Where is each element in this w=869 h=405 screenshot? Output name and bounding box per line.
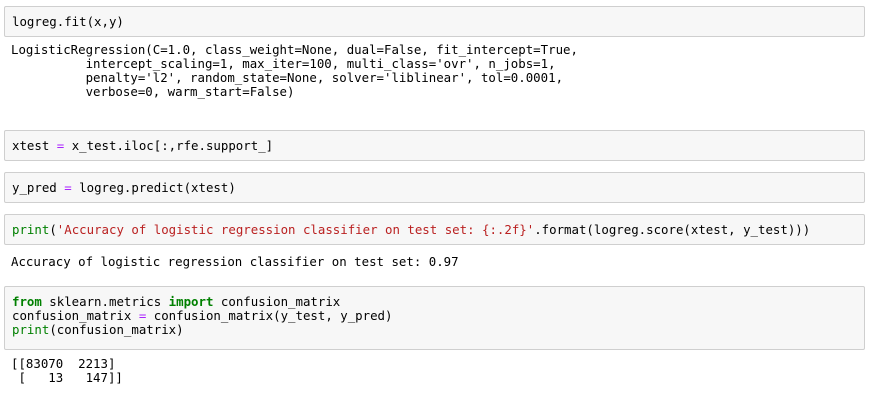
- code-token: import: [168, 294, 214, 309]
- notebook: logreg.fit(x,y) LogisticRegression(C=1.0…: [0, 0, 869, 405]
- output-line: verbose=0, warm_start=False): [11, 84, 295, 99]
- input-cell-xtest[interactable]: xtest = x_test.iloc[:,rfe.support_]: [4, 130, 865, 161]
- code-line: print(confusion_matrix): [12, 323, 864, 337]
- code-token: 'Accuracy of logistic regression classif…: [56, 222, 535, 237]
- output-line: Accuracy of logistic regression classifi…: [11, 254, 459, 269]
- input-cell-accuracy[interactable]: print('Accuracy of logistic regression c…: [4, 214, 865, 245]
- code-token: confusion_matrix(y_test, y_pred): [146, 308, 393, 323]
- code-token: xtest: [12, 138, 57, 153]
- code-token: from: [12, 294, 42, 309]
- output-line: penalty='l2', random_state=None, solver=…: [11, 70, 564, 85]
- code-line: confusion_matrix = confusion_matrix(y_te…: [12, 309, 864, 323]
- code-token: .format(logreg.score(xtest, y_test))): [534, 222, 811, 237]
- code-line: from sklearn.metrics import confusion_ma…: [12, 295, 864, 309]
- output-area-confusion: [[83070 2213] [ 13 147]]: [11, 357, 861, 385]
- code-token: (: [49, 222, 57, 237]
- code-token: logreg.fit(x,y): [12, 14, 124, 29]
- code-line: logreg.fit(x,y): [12, 15, 864, 29]
- code-token: logreg.predict(xtest): [71, 180, 236, 195]
- output-line: [ 13 147]]: [11, 370, 123, 385]
- output-area-fit: LogisticRegression(C=1.0, class_weight=N…: [11, 43, 861, 99]
- output-line: [[83070 2213]: [11, 356, 116, 371]
- code-token: print: [12, 222, 50, 237]
- input-cell-confusion[interactable]: from sklearn.metrics import confusion_ma…: [4, 286, 865, 350]
- code-line: print('Accuracy of logistic regression c…: [12, 223, 864, 237]
- output-line: LogisticRegression(C=1.0, class_weight=N…: [11, 42, 578, 57]
- code-token: confusion_matrix: [12, 308, 139, 323]
- code-token: x_test.iloc[:,rfe.support_]: [64, 138, 274, 153]
- output-area-accuracy: Accuracy of logistic regression classifi…: [11, 255, 861, 269]
- output-line: intercept_scaling=1, max_iter=100, multi…: [11, 56, 556, 71]
- code-token: print: [12, 322, 50, 337]
- code-token: (confusion_matrix): [49, 322, 184, 337]
- code-token: =: [64, 180, 72, 195]
- code-line: xtest = x_test.iloc[:,rfe.support_]: [12, 139, 864, 153]
- code-token: sklearn.metrics: [41, 294, 169, 309]
- input-cell-predict[interactable]: y_pred = logreg.predict(xtest): [4, 172, 865, 203]
- code-token: y_pred: [12, 180, 65, 195]
- code-line: y_pred = logreg.predict(xtest): [12, 181, 864, 195]
- input-cell-fit[interactable]: logreg.fit(x,y): [4, 6, 865, 37]
- code-token: confusion_matrix: [213, 294, 341, 309]
